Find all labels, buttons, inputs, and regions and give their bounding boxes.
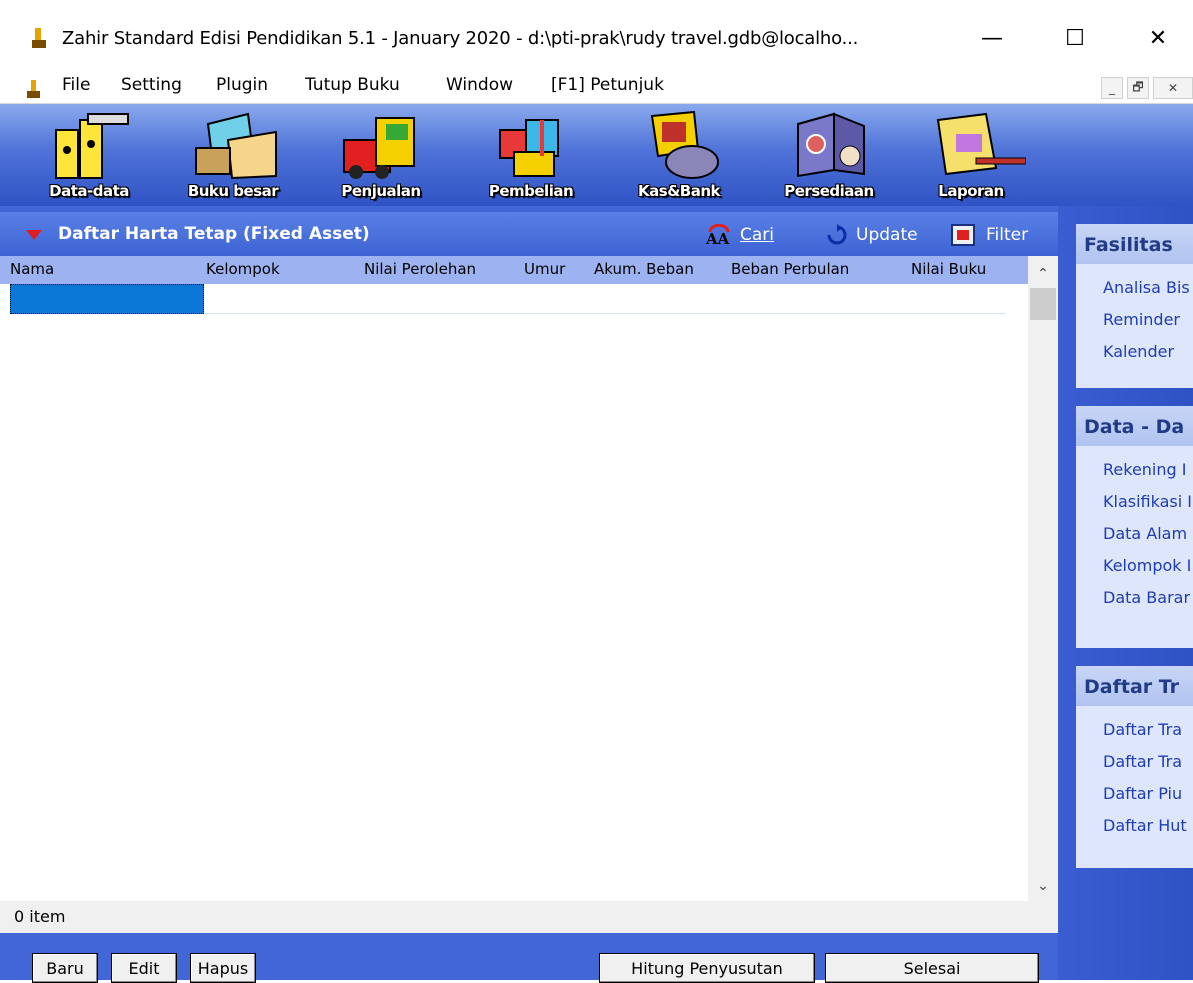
sidebar-item-analisa[interactable]: Analisa Bis xyxy=(1076,272,1193,304)
sidebar-item-kelompok[interactable]: Kelompok I xyxy=(1076,550,1193,582)
menu-window[interactable]: Window xyxy=(446,75,513,95)
scroll-up-icon[interactable]: ⌃ xyxy=(1028,262,1058,286)
sidebar-item-daftar-1[interactable]: Daftar Tra xyxy=(1076,714,1193,746)
selected-cell[interactable] xyxy=(10,284,204,314)
menu-bar: File Setting Plugin Tutup Buku Window [F… xyxy=(0,72,1193,104)
toolbar-label: Laporan xyxy=(938,182,1004,200)
hapus-button[interactable]: Hapus xyxy=(190,953,256,983)
mdi-restore-button[interactable]: 🗗 xyxy=(1127,77,1149,99)
collapse-triangle-icon[interactable] xyxy=(26,230,42,240)
sidebar-item-daftar-hutang[interactable]: Daftar Hut xyxy=(1076,810,1193,842)
toolbar-label: Data-data xyxy=(49,182,129,200)
col-nama[interactable]: Nama xyxy=(10,260,54,278)
sales-truck-icon xyxy=(343,117,415,179)
daftar-title: Daftar Tr xyxy=(1076,666,1193,706)
sidebar-item-kalender[interactable]: Kalender xyxy=(1076,336,1193,368)
item-count: 0 item xyxy=(14,907,66,926)
update-link[interactable]: Update xyxy=(856,225,918,245)
sidebar-item-data-alamat[interactable]: Data Alam xyxy=(1076,518,1193,550)
daftar-section: Daftar Tr Daftar Tra Daftar Tra Daftar P… xyxy=(1076,666,1193,868)
right-sidebar: Fasilitas Analisa Bis Reminder Kalender … xyxy=(1058,206,1193,980)
maximize-button[interactable]: ☐ xyxy=(1045,18,1105,58)
search-icon: AA xyxy=(705,224,730,248)
inventory-box-icon xyxy=(797,112,865,178)
filter-link[interactable]: Filter xyxy=(986,225,1028,245)
ledger-icon xyxy=(195,112,277,180)
col-akum-beban[interactable]: Akum. Beban xyxy=(594,260,694,278)
app-icon xyxy=(32,28,46,48)
panel-title: Daftar Harta Tetap (Fixed Asset) xyxy=(58,224,370,244)
data-section: Data - Da Rekening I Klasifikasi I Data … xyxy=(1076,406,1193,648)
app-menu-icon[interactable] xyxy=(26,78,42,100)
toolbar-pembelian[interactable]: Pembelian xyxy=(472,110,590,206)
column-header-row: Nama Kelompok Nilai Perolehan Umur Akum.… xyxy=(0,256,1028,284)
window-title: Zahir Standard Edisi Pendidikan 5.1 - Ja… xyxy=(62,28,859,49)
mdi-minimize-button[interactable]: _ xyxy=(1101,77,1123,99)
minimize-button[interactable]: — xyxy=(962,18,1022,58)
refresh-icon xyxy=(827,224,847,245)
toolbar-persediaan[interactable]: Persediaan xyxy=(770,110,888,206)
sidebar-item-reminder[interactable]: Reminder xyxy=(1076,304,1193,336)
menu-tutup-buku[interactable]: Tutup Buku xyxy=(305,75,400,95)
asset-grid[interactable] xyxy=(0,284,1028,901)
mdi-close-button[interactable]: ✕ xyxy=(1153,77,1193,99)
toolbar-label: Buku besar xyxy=(187,182,279,200)
fixed-asset-panel: Daftar Harta Tetap (Fixed Asset) AA Cari… xyxy=(0,206,1058,983)
toolbar-label: Penjualan xyxy=(341,182,421,200)
scroll-thumb[interactable] xyxy=(1030,288,1056,320)
toolbar-label: Kas&Bank xyxy=(638,182,720,200)
fasilitas-section: Fasilitas Analisa Bis Reminder Kalender xyxy=(1076,224,1193,388)
toolbar-data-data[interactable]: Data-data xyxy=(30,110,148,206)
sidebar-item-rekening[interactable]: Rekening I xyxy=(1076,454,1193,486)
baru-button[interactable]: Baru xyxy=(32,953,98,983)
cari-link[interactable]: Cari xyxy=(740,225,774,245)
folders-icon xyxy=(55,113,129,179)
report-scroll-icon xyxy=(936,112,1026,176)
toolbar-penjualan[interactable]: Penjualan xyxy=(322,110,440,206)
menu-file[interactable]: File xyxy=(62,75,90,95)
toolbar-label: Pembelian xyxy=(488,182,574,200)
col-beban-perbulan[interactable]: Beban Perbulan xyxy=(731,260,849,278)
toolbar-label: Persediaan xyxy=(784,182,874,200)
menu-plugin[interactable]: Plugin xyxy=(216,75,268,95)
filter-icon xyxy=(951,224,975,246)
col-nilai-buku[interactable]: Nilai Buku xyxy=(911,260,986,278)
vertical-scrollbar[interactable]: ⌃ ⌄ xyxy=(1028,256,1058,901)
toolbar-kas-bank[interactable]: Kas&Bank xyxy=(620,110,738,206)
fasilitas-title: Fasilitas xyxy=(1076,224,1193,264)
toolbar-laporan[interactable]: Laporan xyxy=(912,110,1030,206)
panel-header: Daftar Harta Tetap (Fixed Asset) AA Cari… xyxy=(0,212,1058,256)
edit-button[interactable]: Edit xyxy=(111,953,177,983)
toolbar-buku-besar[interactable]: Buku besar xyxy=(174,110,292,206)
col-nilai-perolehan[interactable]: Nilai Perolehan xyxy=(364,260,476,278)
menu-setting[interactable]: Setting xyxy=(121,75,182,95)
money-bag-icon xyxy=(650,110,719,179)
close-button[interactable]: ✕ xyxy=(1128,18,1188,58)
main-toolbar: Data-data Buku besar Penjualan Pembelian xyxy=(0,104,1193,206)
scroll-down-icon[interactable]: ⌄ xyxy=(1028,874,1058,898)
gift-boxes-icon xyxy=(499,119,559,177)
status-bar: 0 item xyxy=(0,901,1058,933)
button-bar: Baru Edit Hapus Hitung Penyusutan Selesa… xyxy=(0,933,1058,983)
selesai-button[interactable]: Selesai xyxy=(825,953,1039,983)
title-bar: Zahir Standard Edisi Pendidikan 5.1 - Ja… xyxy=(0,0,1193,72)
sidebar-item-klasifikasi[interactable]: Klasifikasi I xyxy=(1076,486,1193,518)
row-divider xyxy=(204,313,1006,314)
sidebar-item-daftar-2[interactable]: Daftar Tra xyxy=(1076,746,1193,778)
col-umur[interactable]: Umur xyxy=(524,260,565,278)
col-kelompok[interactable]: Kelompok xyxy=(206,260,280,278)
menu-petunjuk[interactable]: [F1] Petunjuk xyxy=(551,75,664,95)
data-title: Data - Da xyxy=(1076,406,1193,446)
svg-text:AA: AA xyxy=(705,230,730,248)
sidebar-item-data-barang[interactable]: Data Barar xyxy=(1076,582,1193,614)
sidebar-item-daftar-piutang[interactable]: Daftar Piu xyxy=(1076,778,1193,810)
hitung-penyusutan-button[interactable]: Hitung Penyusutan xyxy=(599,953,815,983)
